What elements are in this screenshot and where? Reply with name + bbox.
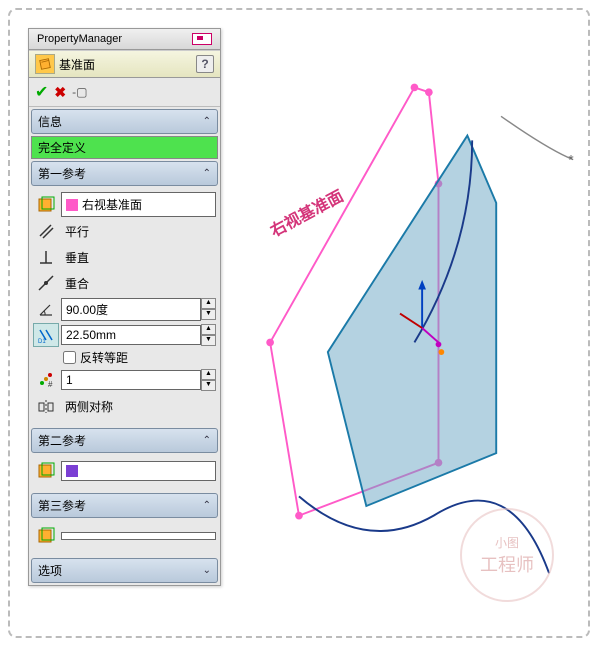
ref-entity-icon[interactable] (33, 193, 59, 217)
face-color-swatch (66, 465, 78, 477)
parallel-label: 平行 (61, 220, 216, 243)
symmetric-icon[interactable] (33, 394, 59, 418)
action-row: ✔ ✖ -▢ (29, 78, 220, 107)
expand-icon: ⌄ (203, 565, 211, 576)
pin-icon[interactable] (192, 33, 212, 45)
ref-entity-icon[interactable] (33, 524, 59, 548)
pm-titlebar: PropertyManager (29, 29, 220, 50)
section-ref3-title: 第三参考 (38, 497, 86, 514)
reverse-label: 反转等距 (80, 349, 128, 366)
plane-feature-icon (35, 54, 55, 74)
watermark: 小图 工程师 (460, 508, 554, 602)
svg-text:#: # (48, 380, 53, 389)
status-text: 完全定义 (31, 136, 218, 159)
section-options-title: 选项 (38, 562, 62, 579)
property-manager-panel: PropertyManager 基准面 ? ✔ ✖ -▢ 信息 ⌃ 完全定义 第… (28, 28, 221, 586)
reverse-checkbox[interactable] (63, 351, 76, 364)
angle-icon[interactable] (33, 297, 59, 321)
pushpin-button[interactable]: -▢ (72, 85, 87, 99)
svg-text:D1: D1 (38, 339, 46, 344)
section-ref1-title: 第一参考 (38, 165, 86, 182)
pm-title-text: PropertyManager (37, 33, 122, 45)
face-color-swatch (66, 199, 78, 211)
distance-spinner[interactable]: ▲▼ (201, 324, 216, 346)
symmetric-label: 两侧对称 (61, 395, 216, 418)
distance-input[interactable]: 22.50mm (61, 325, 201, 345)
collapse-icon: ⌃ (203, 168, 211, 179)
ref3-selection[interactable] (61, 532, 216, 540)
section-info[interactable]: 信息 ⌃ (31, 109, 218, 134)
help-button[interactable]: ? (196, 55, 214, 73)
collapse-icon: ⌃ (203, 435, 211, 446)
distance-icon[interactable]: D1 (33, 323, 59, 347)
coincident-label: 重合 (61, 272, 216, 295)
collapse-icon: ⌃ (203, 116, 211, 127)
section-ref1[interactable]: 第一参考 ⌃ (31, 161, 218, 186)
angle-spinner[interactable]: ▲▼ (201, 298, 216, 320)
cancel-button[interactable]: ✖ (54, 84, 66, 101)
section-ref3[interactable]: 第三参考 ⌃ (31, 493, 218, 518)
feature-header: 基准面 ? (29, 50, 220, 78)
count-icon[interactable]: # (33, 368, 59, 392)
section-info-title: 信息 (38, 113, 62, 130)
svg-text:*: * (568, 152, 574, 167)
perpendicular-label: 垂直 (61, 246, 216, 269)
ref1-selection[interactable]: 右视基准面 (61, 192, 216, 217)
parallel-icon[interactable] (33, 219, 59, 243)
ref-entity-icon[interactable] (33, 459, 59, 483)
coincident-icon[interactable] (33, 271, 59, 295)
section-ref2[interactable]: 第二参考 ⌃ (31, 428, 218, 453)
ok-button[interactable]: ✔ (35, 82, 48, 102)
count-spinner[interactable]: ▲▼ (201, 369, 216, 391)
feature-name: 基准面 (59, 56, 95, 73)
count-input[interactable]: 1 (61, 370, 201, 390)
section-ref2-title: 第二参考 (38, 432, 86, 449)
collapse-icon: ⌃ (203, 500, 211, 511)
section-options[interactable]: 选项 ⌄ (31, 558, 218, 583)
perpendicular-icon[interactable] (33, 245, 59, 269)
angle-input[interactable]: 90.00度 (61, 298, 201, 321)
ref2-selection[interactable] (61, 461, 216, 481)
